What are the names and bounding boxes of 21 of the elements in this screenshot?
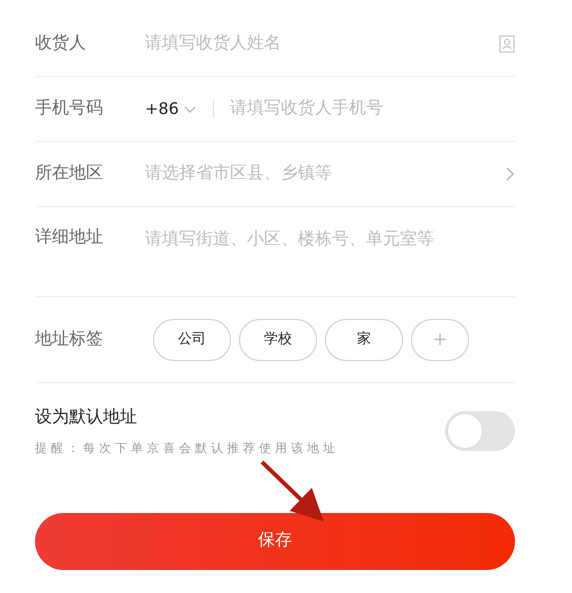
field-label: 所在地区 bbox=[35, 162, 104, 186]
tag-chip[interactable]: 学校 bbox=[239, 318, 317, 360]
caret-icon bbox=[182, 104, 197, 114]
field-label: 手机号码 bbox=[35, 97, 104, 120]
phone-input[interactable]: 请填写收货人手机号 bbox=[230, 96, 515, 122]
tag-chip[interactable]: 家 bbox=[325, 318, 403, 360]
arrow-annotation bbox=[260, 460, 324, 522]
country-code-dropdown[interactable]: +86 bbox=[145, 97, 197, 121]
contact-book-icon[interactable] bbox=[499, 35, 515, 53]
field-label: 详细地址 bbox=[35, 226, 104, 249]
name-input[interactable]: 请填写收货人姓名 bbox=[145, 31, 499, 57]
chevron-right-icon bbox=[505, 166, 515, 182]
field-label: 地址标签 bbox=[35, 328, 104, 351]
address-input[interactable]: 请填写街道、小区、楼栋号、单元室等 bbox=[145, 225, 515, 279]
default-address-toggle[interactable] bbox=[445, 410, 515, 451]
tag-chip[interactable]: 公司 bbox=[153, 318, 231, 360]
default-address-hint: 提醒：每次下单京喜会默认推荐使用该地址 bbox=[35, 440, 339, 456]
default-address-title: 设为默认地址 bbox=[35, 406, 138, 429]
field-label: 收货人 bbox=[35, 32, 87, 56]
save-button[interactable]: 保存 bbox=[35, 512, 515, 570]
region-selector[interactable]: 请选择省市区县、乡镇等 bbox=[145, 161, 505, 187]
